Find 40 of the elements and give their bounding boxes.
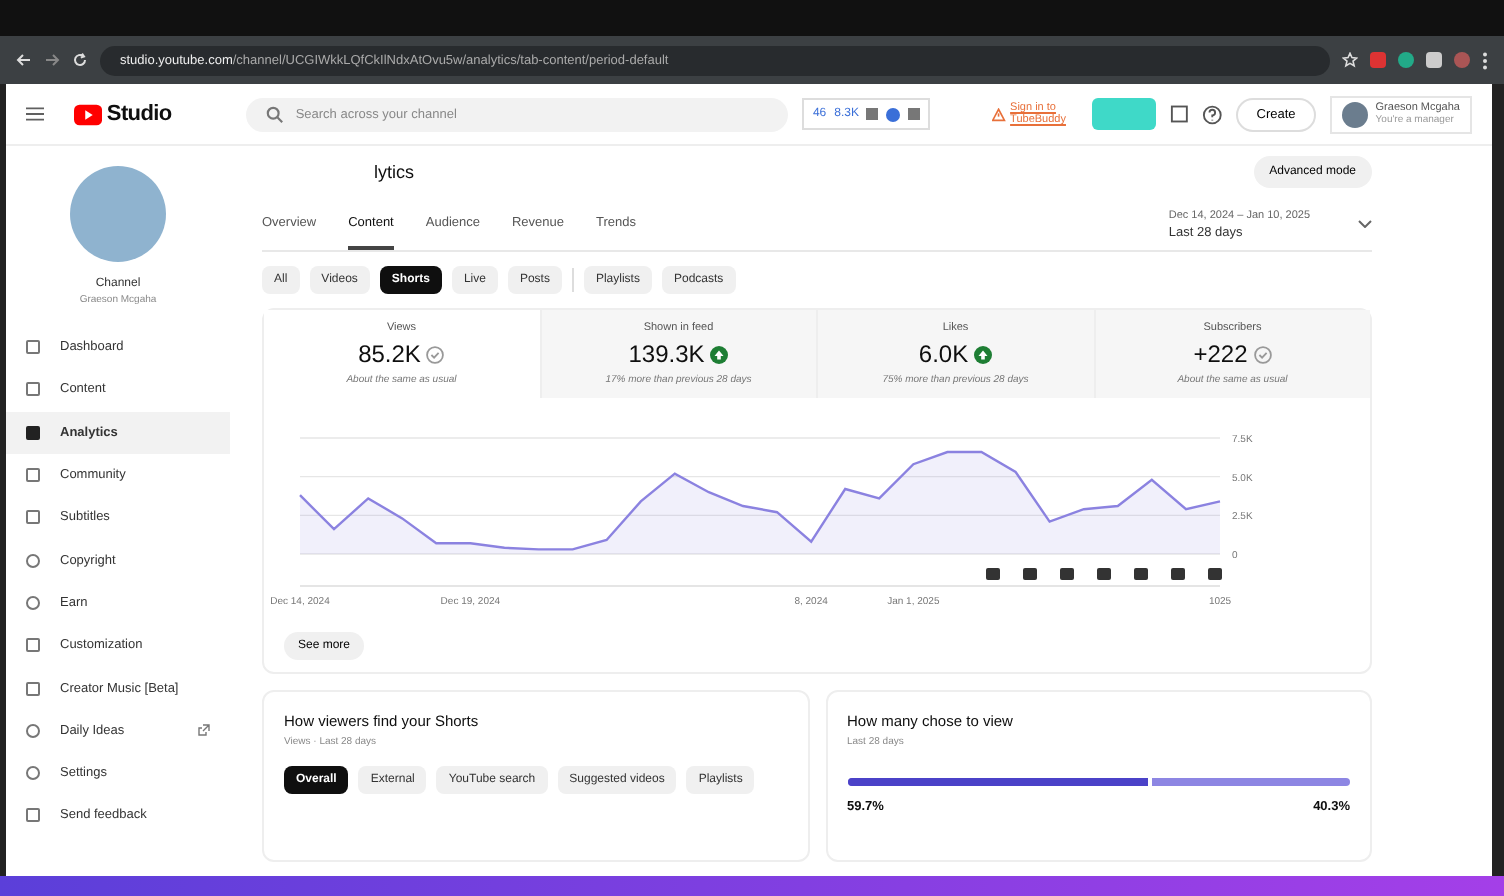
forward-icon[interactable] bbox=[44, 52, 60, 68]
nav-icon bbox=[26, 595, 40, 610]
warning-icon bbox=[992, 107, 1007, 121]
bookmark-star-icon[interactable] bbox=[1342, 52, 1358, 68]
channel-photo-placeholder bbox=[70, 166, 166, 262]
circle-icon[interactable] bbox=[886, 107, 901, 121]
nav-icon bbox=[26, 808, 40, 823]
nav-icon bbox=[26, 766, 40, 781]
nav-icon bbox=[26, 382, 40, 397]
video-marker-icon[interactable] bbox=[1060, 568, 1074, 580]
nav-icon bbox=[26, 553, 40, 568]
video-marker-icon[interactable] bbox=[1171, 568, 1185, 580]
avatar bbox=[1341, 101, 1368, 127]
metric-value: 6.0K bbox=[918, 340, 969, 368]
studio-logo-text: Studio bbox=[106, 102, 172, 126]
search-icon bbox=[265, 105, 284, 123]
metric-value: 85.2K bbox=[358, 340, 421, 368]
nav-icon bbox=[26, 340, 40, 355]
nav-icon bbox=[26, 723, 40, 738]
nav-icon bbox=[26, 510, 40, 525]
chevron-down-icon bbox=[1358, 220, 1372, 228]
menu-icon[interactable] bbox=[26, 106, 45, 122]
help-icon[interactable] bbox=[1201, 103, 1223, 125]
video-marker-icon[interactable] bbox=[1208, 568, 1222, 580]
metric-value: +222 bbox=[1193, 340, 1248, 368]
extensions-puzzle-icon[interactable] bbox=[1426, 52, 1442, 68]
video-marker-icon[interactable] bbox=[1097, 568, 1111, 580]
video-marker-icon[interactable] bbox=[986, 568, 1000, 580]
page-title: lytics bbox=[374, 162, 414, 182]
video-marker-icon[interactable] bbox=[1134, 568, 1148, 580]
play-logo-icon bbox=[74, 103, 103, 125]
metric-value: 139.3K bbox=[628, 340, 705, 368]
nav-icon bbox=[26, 638, 40, 653]
nav-icon bbox=[26, 681, 40, 696]
back-icon[interactable] bbox=[16, 52, 32, 68]
browser-menu-icon[interactable] bbox=[1482, 51, 1488, 69]
nav-icon bbox=[26, 425, 40, 440]
reload-icon[interactable] bbox=[72, 52, 88, 68]
nav-icon bbox=[26, 468, 40, 483]
video-marker-icon[interactable] bbox=[1023, 568, 1037, 580]
